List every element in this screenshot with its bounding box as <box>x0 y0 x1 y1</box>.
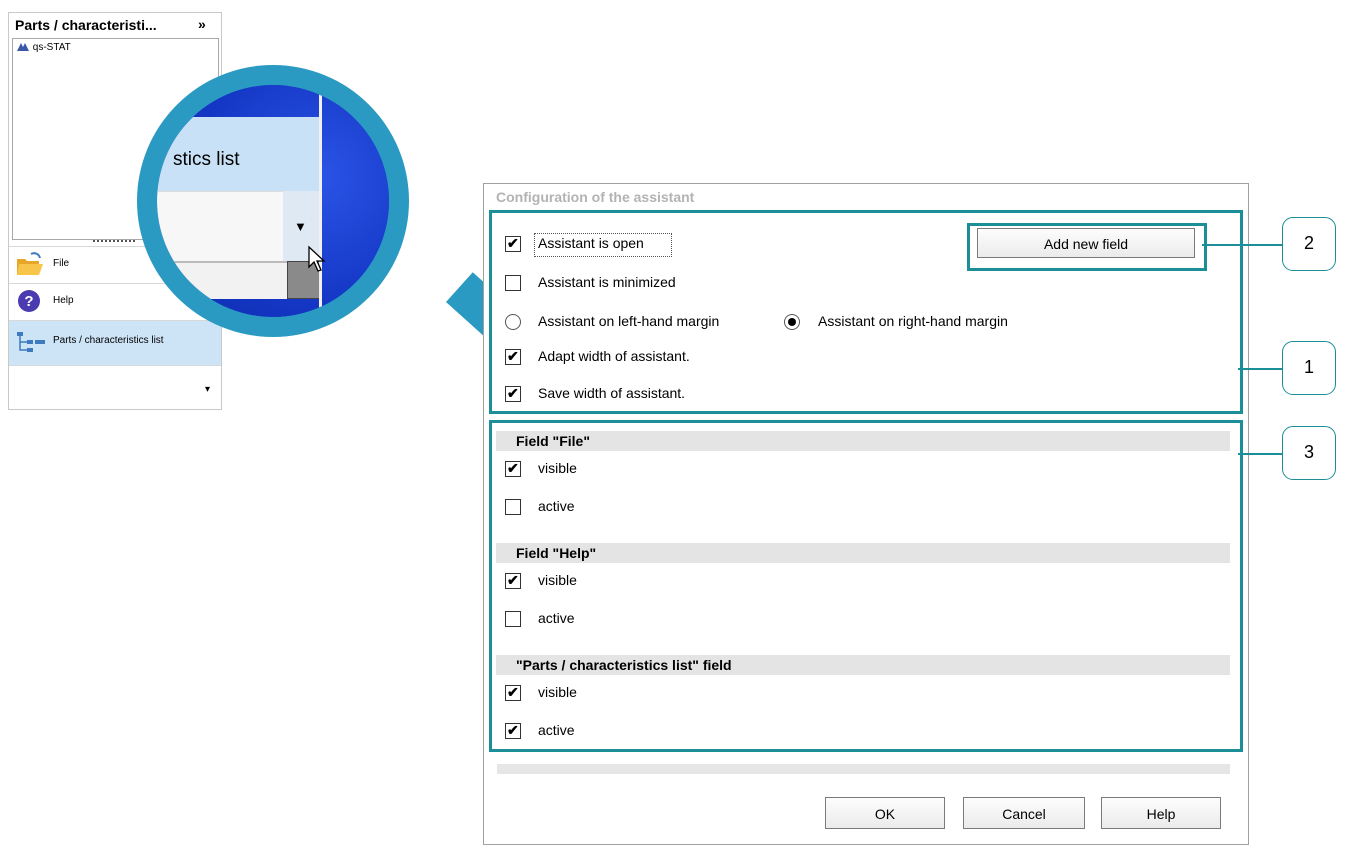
assistant-open-checkbox[interactable]: ✔ <box>505 235 521 252</box>
save-width-label: Save width of assistant. <box>538 385 686 401</box>
help-label: Help <box>1146 806 1176 822</box>
callout-number: 3 <box>1303 442 1314 462</box>
assistant-minimized-label: Assistant is minimized <box>538 274 676 290</box>
dialog-scrollbar[interactable] <box>497 764 1230 774</box>
add-new-field-button[interactable]: Add new field <box>977 228 1195 258</box>
callout-line-3 <box>1238 453 1284 455</box>
assistant-minimized-checkbox[interactable] <box>505 275 521 291</box>
panel-title: Parts / characteristi... <box>15 17 157 33</box>
ok-button[interactable]: OK <box>825 797 945 829</box>
parts-visible-checkbox[interactable]: ✔ <box>505 684 521 701</box>
field-section-parts: "Parts / characteristics list" field <box>496 655 1230 675</box>
cancel-label: Cancel <box>1002 806 1046 822</box>
nav-item-label: Parts / characteristics list <box>53 335 164 346</box>
folder-open-icon <box>17 252 43 275</box>
help-active-label: active <box>538 610 575 626</box>
adapt-width-label: Adapt width of assistant. <box>538 348 690 364</box>
splitter-grip[interactable] <box>93 240 135 245</box>
help-button[interactable]: Help <box>1101 797 1221 829</box>
file-visible-label: visible <box>538 460 577 476</box>
field-section-file: Field "File" <box>496 431 1230 451</box>
help-visible-label: visible <box>538 572 577 588</box>
chevron-down-icon[interactable]: ▾ <box>205 384 210 395</box>
file-visible-checkbox[interactable]: ✔ <box>505 460 521 477</box>
save-width-checkbox[interactable]: ✔ <box>505 385 521 402</box>
callout-1: 1 <box>1282 341 1336 395</box>
cancel-button[interactable]: Cancel <box>963 797 1085 829</box>
right-margin-radio[interactable] <box>784 314 800 330</box>
callout-number: 1 <box>1303 357 1314 377</box>
callout-number: 2 <box>1303 233 1314 253</box>
file-active-checkbox[interactable] <box>505 499 521 515</box>
help-active-checkbox[interactable] <box>505 611 521 627</box>
assistant-open-label: Assistant is open <box>538 235 644 251</box>
section-title: Field "File" <box>516 433 590 449</box>
zoomed-item-label: stics list <box>173 149 240 170</box>
right-margin-label: Assistant on right-hand margin <box>818 313 1008 329</box>
highlight-frame-3 <box>489 420 1243 752</box>
nav-item-label: Help <box>53 295 74 306</box>
callout-line-2 <box>1202 244 1284 246</box>
add-new-field-label: Add new field <box>1043 236 1129 252</box>
parts-visible-label: visible <box>538 684 577 700</box>
field-section-help: Field "Help" <box>496 543 1230 563</box>
ok-label: OK <box>874 806 896 822</box>
nav-item-label: File <box>53 258 70 269</box>
dropdown-arrow-icon: ▼ <box>294 219 307 234</box>
qs-stat-logo-icon <box>17 43 29 52</box>
help-icon: ? <box>18 290 40 312</box>
tree-node-qs-stat[interactable]: qs-STAT <box>16 42 71 53</box>
mouse-cursor-icon <box>308 245 326 272</box>
adapt-width-checkbox[interactable]: ✔ <box>505 348 521 365</box>
left-margin-radio[interactable] <box>505 314 521 330</box>
magnifier-lens: stics list ▼ <box>157 85 389 317</box>
dialog-title: Configuration of the assistant <box>496 189 695 205</box>
callout-2: 2 <box>1282 217 1336 271</box>
left-margin-label: Assistant on left-hand margin <box>538 313 720 329</box>
callout-3: 3 <box>1282 426 1336 480</box>
callout-line-1 <box>1238 368 1284 370</box>
file-active-label: active <box>538 498 575 514</box>
parts-active-label: active <box>538 722 575 738</box>
help-visible-checkbox[interactable]: ✔ <box>505 572 521 589</box>
tree-list-icon <box>17 332 45 352</box>
section-title: "Parts / characteristics list" field <box>516 657 732 673</box>
tree-node-label: qs-STAT <box>32 42 71 53</box>
section-title: Field "Help" <box>516 545 597 561</box>
nav-overflow[interactable]: ▾ <box>9 365 221 409</box>
zoomed-panel-edge <box>319 85 322 317</box>
panel-header: Parts / characteristi... » <box>9 13 221 37</box>
zoomed-selected-item: stics list <box>157 117 319 191</box>
nav-item-parts-list[interactable]: Parts / characteristics list <box>9 320 221 365</box>
parts-active-checkbox[interactable]: ✔ <box>505 722 521 739</box>
svg-text:?: ? <box>24 293 33 310</box>
expand-icon[interactable]: » <box>198 16 206 32</box>
